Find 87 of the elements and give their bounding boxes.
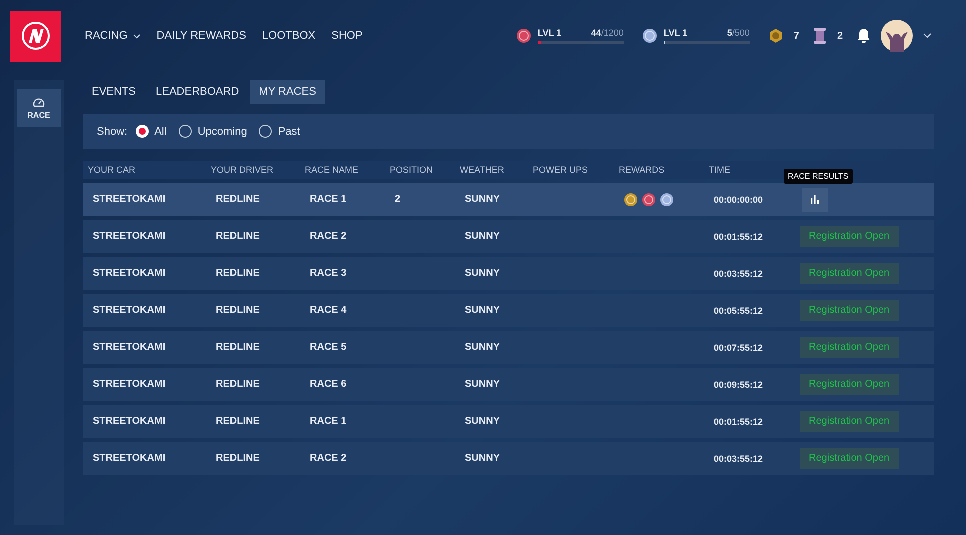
coin-icon bbox=[768, 28, 784, 44]
table-row[interactable]: STREETOKAMI REDLINE RACE 6 SUNNY 00:09:55:12 Registration Open bbox=[83, 368, 934, 401]
table-cell-text: 00:00:00:00 bbox=[714, 194, 764, 204]
nav-link[interactable]: RACING bbox=[85, 30, 141, 42]
registration-button[interactable]: Registration Open bbox=[800, 300, 899, 321]
table-cell-text: STREETOKAMI bbox=[93, 305, 167, 316]
tooltip: RACE RESULTS bbox=[784, 168, 853, 184]
table-cell-text: RACE 1 bbox=[310, 416, 348, 427]
table-cell-text: STREETOKAMI bbox=[93, 416, 167, 427]
level-label: LVL 1 bbox=[538, 28, 562, 38]
table-cell-text: 00:01:55:12 bbox=[714, 416, 764, 426]
table-row[interactable]: STREETOKAMI REDLINE RACE 5 SUNNY 00:07:55:12 Registration Open bbox=[83, 331, 934, 364]
table-cell-text: RACE 3 bbox=[310, 268, 348, 279]
speedometer-icon bbox=[33, 96, 45, 108]
tab[interactable]: MY RACES bbox=[250, 80, 326, 104]
xp-count: 5/500 bbox=[727, 28, 750, 38]
table-cell-text: RACE 2 bbox=[310, 231, 348, 242]
radio-button[interactable] bbox=[178, 125, 192, 138]
table-cell-text: RACE 5 bbox=[310, 342, 348, 353]
tab[interactable]: EVENTS bbox=[83, 80, 146, 104]
bell-icon[interactable] bbox=[857, 28, 871, 44]
table-cell-text: RACE 6 bbox=[310, 379, 348, 390]
coin-count: 7 bbox=[794, 30, 800, 42]
registration-button[interactable]: Registration Open bbox=[800, 448, 899, 469]
radio-button[interactable] bbox=[259, 125, 272, 138]
level-label: LVL 1 bbox=[664, 28, 688, 38]
avatar-icon[interactable] bbox=[881, 20, 913, 52]
table-row[interactable]: STREETOKAMI REDLINE RACE 2 SUNNY 00:03:55:12 Registration Open bbox=[83, 442, 934, 475]
table-cell-text: STREETOKAMI bbox=[93, 342, 167, 353]
radio-label[interactable]: Past bbox=[278, 126, 300, 138]
table-cell-text: 00:01:55:12 bbox=[714, 232, 764, 242]
table-cell-text: REDLINE bbox=[216, 453, 261, 464]
caret-icon[interactable] bbox=[923, 33, 932, 39]
table-cell-text: RACE 2 bbox=[310, 453, 348, 464]
table-cell-text: 00:05:55:12 bbox=[714, 306, 764, 316]
table-cell-text: SUNNY bbox=[465, 231, 502, 242]
table-row[interactable]: STREETOKAMI REDLINE RACE 1 SUNNY 00:01:55:12 Registration Open bbox=[83, 405, 934, 438]
table-cell-text: REDLINE bbox=[216, 231, 261, 242]
table-cell-text: STREETOKAMI bbox=[93, 194, 167, 205]
token-icon bbox=[642, 28, 658, 44]
bar-chart-icon bbox=[810, 195, 820, 204]
xp-count: 44/1200 bbox=[591, 28, 624, 38]
table-cell-text: REDLINE bbox=[216, 305, 261, 316]
tab[interactable]: LEADERBOARD bbox=[147, 80, 248, 104]
table-cell-text: REDLINE bbox=[216, 268, 261, 279]
table-cell: 2 bbox=[395, 194, 401, 205]
nav-link[interactable]: LOOTBOX bbox=[262, 30, 316, 42]
registration-button[interactable]: Registration Open bbox=[800, 263, 899, 284]
table-cell-text: STREETOKAMI bbox=[93, 379, 167, 390]
table-cell-text: SUNNY bbox=[465, 194, 502, 205]
table-cell-text: SUNNY bbox=[465, 268, 502, 279]
table-cell-text: 00:07:55:12 bbox=[714, 342, 764, 352]
table-cell-text: RACE 4 bbox=[310, 305, 348, 316]
registration-button[interactable]: Registration Open bbox=[800, 226, 899, 247]
registration-button[interactable]: Registration Open bbox=[800, 337, 899, 358]
nav-link[interactable]: DAILY REWARDS bbox=[156, 30, 246, 42]
filter-label: Show: bbox=[97, 126, 128, 138]
table-cell-text: 00:03:55:12 bbox=[714, 454, 764, 464]
table-cell-text: SUNNY bbox=[465, 453, 502, 464]
table-cell-text: REDLINE bbox=[216, 194, 261, 205]
registration-button[interactable]: Registration Open bbox=[800, 374, 899, 395]
table-row[interactable]: STREETOKAMI REDLINE RACE 2 SUNNY 00:01:55:12 Registration Open bbox=[83, 220, 934, 253]
registration-button[interactable]: Registration Open bbox=[800, 411, 899, 432]
ticket-icon bbox=[813, 27, 828, 45]
radio-label[interactable]: All bbox=[154, 126, 167, 138]
results-button[interactable] bbox=[802, 188, 828, 212]
table-row[interactable]: STREETOKAMI REDLINE RACE 4 SUNNY 00:05:55:12 Registration Open bbox=[83, 294, 934, 327]
table-cell-text: SUNNY bbox=[465, 305, 502, 316]
token-icon bbox=[516, 28, 532, 44]
ticket-count: 2 bbox=[837, 30, 843, 42]
table-row[interactable]: STREETOKAMI REDLINE RACE 3 SUNNY 00:03:55:12 Registration Open bbox=[83, 257, 934, 290]
table-cell-text: REDLINE bbox=[216, 416, 261, 427]
table-cell-text: STREETOKAMI bbox=[93, 268, 167, 279]
nav-link[interactable]: SHOP bbox=[332, 30, 363, 42]
table-cell-text: SUNNY bbox=[465, 416, 502, 427]
logo-icon[interactable] bbox=[10, 10, 61, 62]
table-cell-text: STREETOKAMI bbox=[93, 231, 167, 242]
table-cell-text: 00:09:55:12 bbox=[714, 380, 764, 390]
table-cell-text: STREETOKAMI bbox=[93, 453, 167, 464]
table-cell-text: RACE 1 bbox=[310, 194, 348, 205]
table-cell-text: SUNNY bbox=[465, 379, 502, 390]
radio-label[interactable]: Upcoming bbox=[198, 126, 248, 138]
table-cell-text: SUNNY bbox=[465, 342, 502, 353]
table-cell-text: REDLINE bbox=[216, 342, 261, 353]
sidebar-item[interactable]: RACE bbox=[17, 89, 61, 127]
table-cell-text: 00:03:55:12 bbox=[714, 268, 764, 278]
table-cell-text: REDLINE bbox=[216, 379, 261, 390]
